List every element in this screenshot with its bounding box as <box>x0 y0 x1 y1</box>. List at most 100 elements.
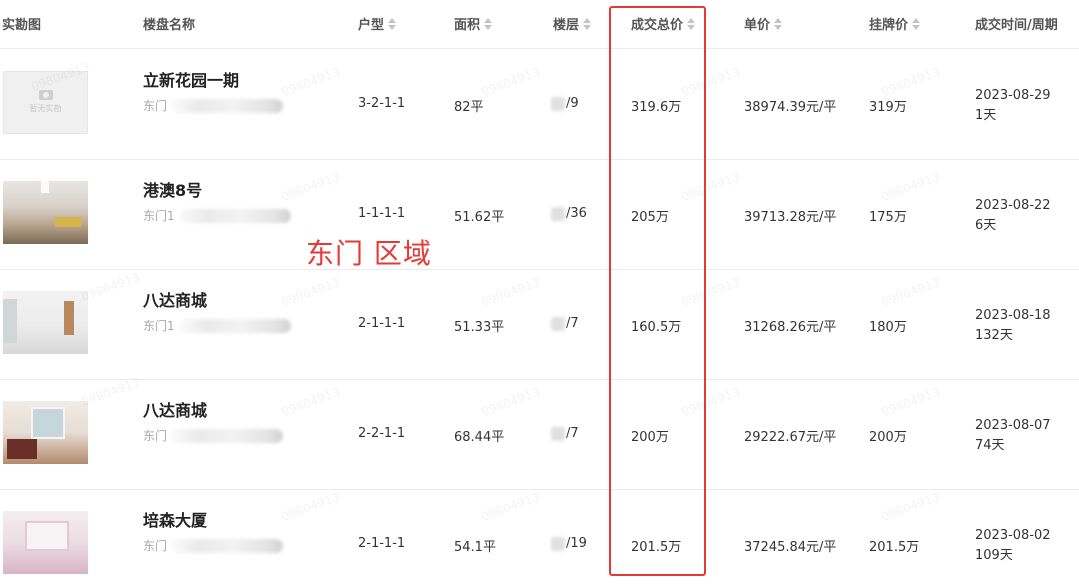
district-label: 东门 <box>143 539 168 553</box>
redacted-floor <box>551 206 565 221</box>
sort-icon <box>774 17 783 30</box>
redacted-address <box>171 98 284 113</box>
sort-header-area[interactable]: 面积 <box>454 14 493 33</box>
listing-photo[interactable] <box>3 291 88 354</box>
listing-photo-placeholder[interactable]: 暂无实勘 <box>3 71 88 134</box>
listing-photo[interactable] <box>3 401 88 464</box>
deal-cycle-value: 1天 <box>975 108 997 123</box>
listing-district: 东门 <box>143 427 284 444</box>
sort-icon <box>912 17 921 30</box>
header-name-label: 楼盘名称 <box>143 18 196 33</box>
redacted-address <box>178 318 291 333</box>
listing-name-link[interactable]: 立新花园一期 <box>143 67 239 91</box>
listing-district: 东门 <box>143 97 284 114</box>
listing-district: 东门1 <box>143 207 291 224</box>
table-row[interactable]: 暂无实勘 立新花园一期 东门 3-2-1-1 82平 /9 319.6万 389… <box>0 49 1079 160</box>
unit-price-value: 31268.26元/平 <box>744 320 837 335</box>
table-row[interactable]: 港澳8号 东门1 1-1-1-1 51.62平 /36 205万 39713.2… <box>0 159 1079 270</box>
layout-value: 2-2-1-1 <box>358 426 406 441</box>
unit-price-value: 29222.67元/平 <box>744 430 837 445</box>
district-label: 东门 <box>143 99 168 113</box>
floor-value: /19 <box>551 536 587 551</box>
area-value: 68.44平 <box>454 430 505 445</box>
listing-district: 东门 <box>143 537 284 554</box>
floor-value: /36 <box>551 206 587 221</box>
floor-value: /9 <box>551 96 579 111</box>
listing-photo[interactable] <box>3 181 88 244</box>
floor-value: /7 <box>551 426 579 441</box>
redacted-floor <box>551 536 565 551</box>
layout-value: 2-1-1-1 <box>358 536 406 551</box>
layout-value: 1-1-1-1 <box>358 206 406 221</box>
list-price-value: 319万 <box>869 100 907 115</box>
listing-name-link[interactable]: 八达商城 <box>143 397 207 421</box>
sort-header-unit-price[interactable]: 单价 <box>744 14 783 33</box>
deal-date: 2023-08-29 1天 <box>975 86 1051 126</box>
deal-records-table: 实勘图 楼盘名称 户型 面积 楼层 成交总价 单价 挂牌价 成交时间/周期 暂无… <box>0 0 1079 574</box>
sort-icon <box>583 17 592 30</box>
listing-name-link[interactable]: 八达商城 <box>143 287 207 311</box>
header-photo: 实勘图 <box>2 14 41 33</box>
placeholder-label: 暂无实勘 <box>29 104 62 113</box>
list-price-value: 180万 <box>869 320 907 335</box>
sort-header-list-price[interactable]: 挂牌价 <box>869 14 921 33</box>
total-price-highlight-box <box>609 6 706 576</box>
header-name: 楼盘名称 <box>143 14 195 33</box>
deal-cycle-value: 109天 <box>975 548 1013 563</box>
floor-total: /36 <box>566 206 587 221</box>
layout-value: 2-1-1-1 <box>358 316 406 331</box>
floor-total: /19 <box>566 536 587 551</box>
table-header: 实勘图 楼盘名称 户型 面积 楼层 成交总价 单价 挂牌价 成交时间/周期 <box>0 0 1079 49</box>
header-deal-time-label: 成交时间/周期 <box>975 18 1058 33</box>
redacted-floor <box>551 426 565 441</box>
sort-icon <box>484 17 493 30</box>
deal-cycle-value: 74天 <box>975 438 1005 453</box>
header-floor-label: 楼层 <box>553 18 580 33</box>
deal-date: 2023-08-07 74天 <box>975 416 1051 456</box>
district-label: 东门1 <box>143 319 175 333</box>
listing-name-link[interactable]: 培森大厦 <box>143 507 207 531</box>
deal-date-value: 2023-08-18 <box>975 308 1051 323</box>
layout-value: 3-2-1-1 <box>358 96 406 111</box>
table-row[interactable]: 八达商城 东门1 2-1-1-1 51.33平 /7 160.5万 31268.… <box>0 269 1079 380</box>
header-list-price-label: 挂牌价 <box>869 18 909 33</box>
header-unit-price-label: 单价 <box>744 18 771 33</box>
deal-cycle-value: 132天 <box>975 328 1013 343</box>
district-label: 东门1 <box>143 209 175 223</box>
listing-district: 东门1 <box>143 317 291 334</box>
area-value: 82平 <box>454 100 484 115</box>
redacted-address <box>171 428 284 443</box>
area-value: 51.33平 <box>454 320 505 335</box>
deal-cycle-value: 6天 <box>975 218 997 233</box>
region-annotation: 东门 区域 <box>306 237 432 270</box>
list-price-value: 175万 <box>869 210 907 225</box>
header-layout-label: 户型 <box>358 18 385 33</box>
redacted-address <box>171 538 284 553</box>
unit-price-value: 39713.28元/平 <box>744 210 837 225</box>
area-value: 51.62平 <box>454 210 505 225</box>
listing-photo[interactable] <box>3 511 88 574</box>
district-label: 东门 <box>143 429 168 443</box>
header-deal-time: 成交时间/周期 <box>975 14 1058 33</box>
sort-header-layout[interactable]: 户型 <box>358 14 397 33</box>
deal-date-value: 2023-08-02 <box>975 528 1051 543</box>
header-photo-label: 实勘图 <box>2 18 42 33</box>
area-value: 54.1平 <box>454 540 496 555</box>
table-row[interactable]: 培森大厦 东门 2-1-1-1 54.1平 /19 201.5万 37245.8… <box>0 489 1079 586</box>
deal-date-value: 2023-08-29 <box>975 88 1051 103</box>
table-row[interactable]: 八达商城 东门 2-2-1-1 68.44平 /7 200万 29222.67元… <box>0 379 1079 490</box>
list-price-value: 200万 <box>869 430 907 445</box>
camera-icon <box>38 90 53 100</box>
sort-header-floor[interactable]: 楼层 <box>553 14 592 33</box>
redacted-floor <box>551 316 565 331</box>
unit-price-value: 38974.39元/平 <box>744 100 837 115</box>
deal-date: 2023-08-02 109天 <box>975 526 1051 566</box>
list-price-value: 201.5万 <box>869 540 920 555</box>
listing-name-link[interactable]: 港澳8号 <box>143 177 202 201</box>
sort-icon <box>388 17 397 30</box>
floor-value: /7 <box>551 316 579 331</box>
deal-date: 2023-08-18 132天 <box>975 306 1051 346</box>
deal-date: 2023-08-22 6天 <box>975 196 1051 236</box>
deal-date-value: 2023-08-07 <box>975 418 1051 433</box>
redacted-address <box>178 208 291 223</box>
